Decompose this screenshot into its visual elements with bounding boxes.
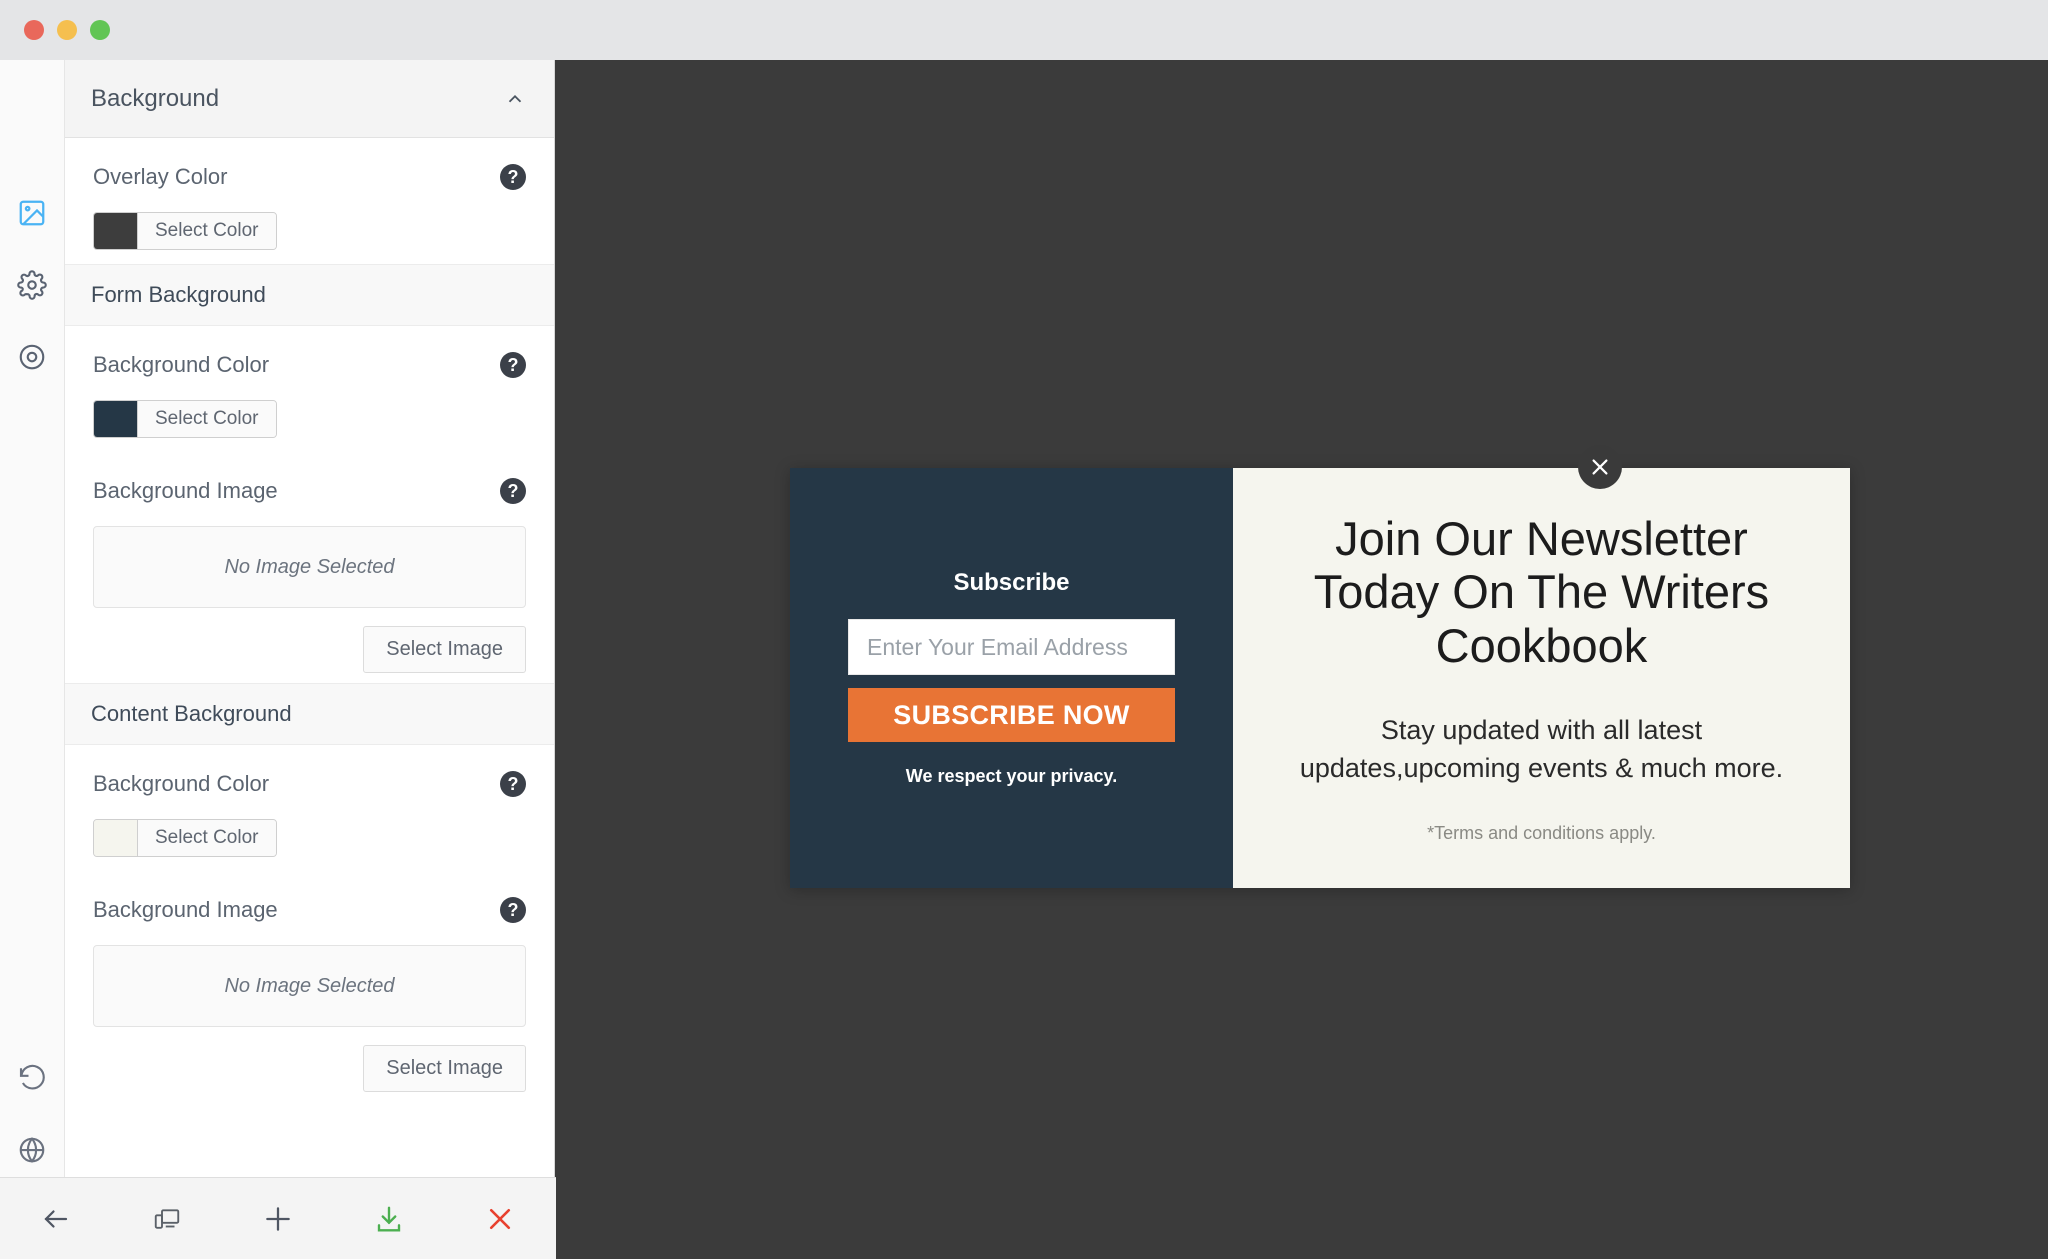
help-icon[interactable]: ?	[500, 897, 526, 923]
color-picker-form-background[interactable]: Select Color	[93, 400, 277, 438]
field-content-background-color: Background Color ? Select Color	[65, 745, 554, 871]
email-field[interactable]	[848, 619, 1175, 675]
close-x-icon	[1592, 459, 1608, 475]
newsletter-popup: Subscribe SUBSCRIBE NOW We respect your …	[790, 468, 1850, 888]
popup-content-panel: Join Our Newsletter Today On The Writers…	[1233, 468, 1850, 888]
app-window: Background Overlay Color ? Select Color …	[0, 0, 2048, 1259]
field-head: Background Color ?	[93, 771, 526, 797]
download-icon	[378, 1206, 401, 1231]
image-icon	[19, 200, 45, 226]
button-row: Select Image	[93, 626, 526, 673]
privacy-note: We respect your privacy.	[905, 766, 1118, 786]
panel-scroll-area[interactable]: Background Overlay Color ? Select Color …	[65, 60, 554, 1259]
field-form-background-color: Background Color ? Select Color	[65, 326, 554, 452]
popup-subscribe-title: Subscribe	[953, 569, 1070, 596]
color-swatch	[94, 401, 138, 437]
settings-panel: Background Overlay Color ? Select Color …	[65, 60, 555, 1259]
field-form-background-image: Background Image ? No Image Selected Sel…	[65, 452, 554, 683]
image-drop-zone[interactable]: No Image Selected	[93, 526, 526, 608]
help-icon[interactable]: ?	[500, 771, 526, 797]
popup-subheading: Stay updated with all latest updates,upc…	[1299, 714, 1784, 783]
button-row: Select Image	[93, 1045, 526, 1092]
help-icon[interactable]: ?	[500, 352, 526, 378]
image-drop-zone[interactable]: No Image Selected	[93, 945, 526, 1027]
responsive-preview-button[interactable]	[111, 1178, 222, 1259]
section-title: Content Background	[91, 701, 292, 726]
window-close-button[interactable]	[24, 20, 44, 40]
section-title: Form Background	[91, 282, 266, 307]
responsive-device-icon	[154, 1208, 179, 1229]
chevron-up-icon[interactable]	[504, 88, 526, 110]
field-head: Background Image ?	[93, 478, 526, 504]
no-image-selected-label: No Image Selected	[224, 555, 395, 578]
select-image-button[interactable]: Select Image	[363, 626, 526, 673]
color-swatch	[94, 213, 138, 249]
field-head: Background Color ?	[93, 352, 526, 378]
sidebar-item-revision-history[interactable]	[9, 1055, 55, 1101]
color-picker-overlay[interactable]: Select Color	[93, 212, 277, 250]
field-overlay-color: Overlay Color ? Select Color	[65, 138, 554, 264]
back-arrow-icon	[44, 1209, 67, 1228]
preview-canvas: Subscribe SUBSCRIBE NOW We respect your …	[555, 60, 2048, 1259]
field-label-overlay-color: Overlay Color	[93, 164, 228, 189]
subscribe-now-button[interactable]: SUBSCRIBE NOW	[848, 688, 1175, 742]
field-label-background-color: Background Color	[93, 771, 270, 796]
sidebar-item-background[interactable]	[9, 190, 55, 236]
add-button[interactable]	[222, 1178, 333, 1259]
sidebar-item-translations[interactable]	[9, 1127, 55, 1173]
window-maximize-button[interactable]	[90, 20, 110, 40]
field-label-background-image: Background Image	[93, 478, 278, 503]
no-image-selected-label: No Image Selected	[224, 974, 395, 997]
target-icon	[19, 344, 45, 370]
help-icon[interactable]: ?	[500, 164, 526, 190]
popup-form-panel: Subscribe SUBSCRIBE NOW We respect your …	[790, 468, 1233, 888]
title-bar	[0, 0, 2048, 60]
close-button[interactable]	[445, 1178, 556, 1259]
popup-heading: Join Our Newsletter Today On The Writers…	[1313, 511, 1770, 672]
sidebar-item-display-rules[interactable]	[9, 334, 55, 380]
help-icon[interactable]: ?	[500, 478, 526, 504]
gear-icon	[17, 270, 47, 300]
bottom-toolbar-wrap	[0, 1177, 556, 1259]
section-header-form-background: Form Background	[65, 264, 554, 326]
field-content-background-image: Background Image ? No Image Selected Sel…	[65, 871, 554, 1102]
page-title: Background	[91, 84, 220, 112]
popup-close-button[interactable]	[1578, 445, 1622, 489]
select-color-button[interactable]: Select Color	[138, 213, 276, 249]
globe-icon	[19, 1137, 45, 1163]
field-head: Background Image ?	[93, 897, 526, 923]
popup-terms: *Terms and conditions apply.	[1427, 823, 1656, 844]
select-color-button[interactable]: Select Color	[138, 820, 276, 856]
select-image-button[interactable]: Select Image	[363, 1045, 526, 1092]
main-body: Background Overlay Color ? Select Color …	[0, 60, 2048, 1259]
select-color-button[interactable]: Select Color	[138, 401, 276, 437]
window-minimize-button[interactable]	[57, 20, 77, 40]
close-x-icon	[490, 1208, 511, 1229]
panel-header-background[interactable]: Background	[65, 60, 554, 138]
sidebar-item-settings[interactable]	[9, 262, 55, 308]
back-button[interactable]	[0, 1178, 111, 1259]
history-revert-icon	[19, 1064, 45, 1090]
section-header-content-background: Content Background	[65, 683, 554, 745]
left-icon-rail	[0, 60, 65, 1259]
plus-icon	[266, 1206, 290, 1231]
field-head: Overlay Color ?	[93, 164, 526, 190]
color-swatch	[94, 820, 138, 856]
color-picker-content-background[interactable]: Select Color	[93, 819, 277, 857]
field-label-background-image: Background Image	[93, 897, 278, 922]
bottom-toolbar	[0, 1177, 556, 1259]
field-label-background-color: Background Color	[93, 352, 270, 377]
save-button[interactable]	[334, 1178, 445, 1259]
